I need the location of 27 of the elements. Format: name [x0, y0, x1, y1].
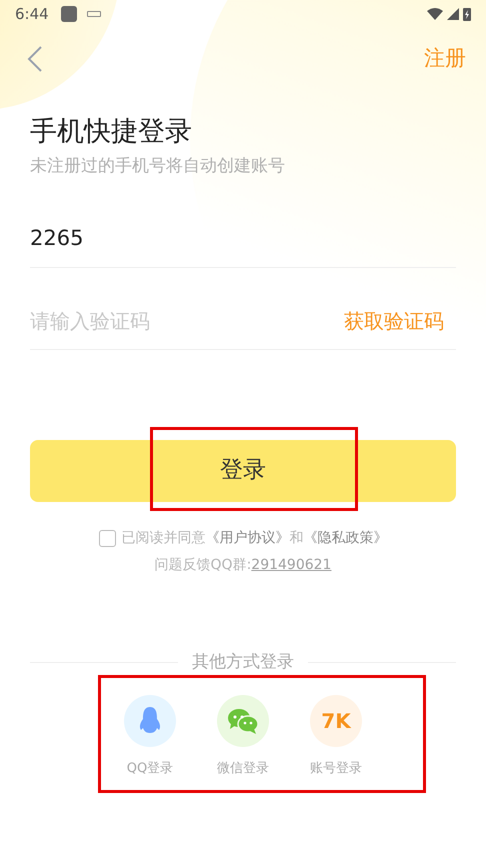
- penguin-icon[interactable]: [139, 707, 161, 735]
- get-code-button[interactable]: 获取验证码: [344, 306, 456, 336]
- status-time: 6:44: [15, 4, 49, 25]
- login-method-label[interactable]: 账号登录: [310, 759, 362, 778]
- chat-bubbles-icon[interactable]: [227, 708, 259, 734]
- agreement-text: 已阅读并同意: [122, 528, 206, 548]
- register-link[interactable]: 注册: [424, 43, 466, 75]
- keyboard-icon: [86, 11, 101, 17]
- phone-input[interactable]: 2265: [30, 223, 456, 255]
- feedback-label: 问题反馈QQ群:: [154, 556, 252, 574]
- privacy-policy-link[interactable]: 《隐私政策》: [304, 528, 388, 548]
- notification-icon: [60, 6, 77, 22]
- signal-icon: [447, 8, 459, 20]
- agreement-text: 和: [290, 528, 304, 548]
- battery-icon: [463, 7, 471, 21]
- account-logo[interactable]: 7K: [310, 695, 362, 747]
- subtitle: 未注册过的手机号将自动创建账号: [30, 155, 285, 178]
- user-agreement-link[interactable]: 《用户协议》: [206, 528, 290, 548]
- qq-group-link[interactable]: 291490621: [251, 554, 332, 576]
- wifi-icon: [427, 8, 443, 20]
- page-title: 手机快捷登录: [30, 115, 192, 149]
- login-button[interactable]: 登录: [30, 440, 456, 502]
- agreement-checkbox[interactable]: [98, 530, 116, 546]
- login-method-label[interactable]: 微信登录: [217, 759, 269, 778]
- section-title: 其他方式登录: [192, 650, 294, 674]
- back-icon[interactable]: [27, 46, 43, 72]
- login-method-label[interactable]: QQ登录: [126, 759, 174, 778]
